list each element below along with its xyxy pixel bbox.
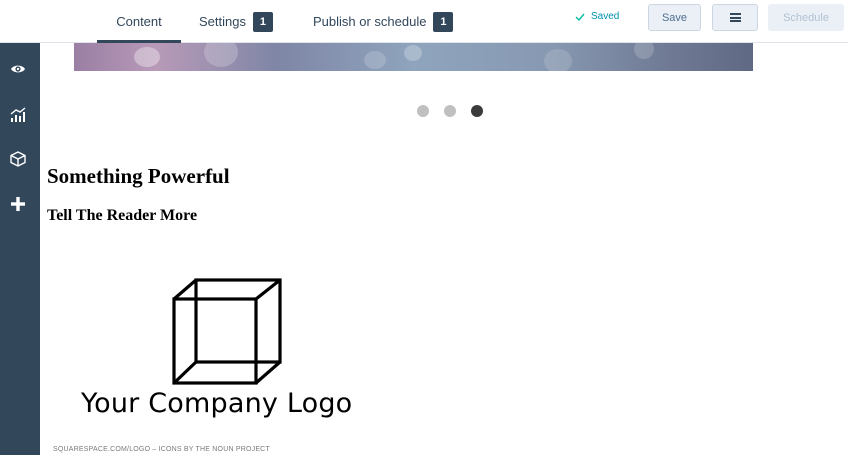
schedule-button-label: Schedule [783, 11, 829, 24]
page-subheading[interactable]: Tell The Reader More [47, 207, 197, 225]
tab-content-label: Content [116, 14, 162, 29]
tab-content[interactable]: Content [97, 0, 181, 43]
cube-logo-icon [172, 278, 282, 385]
tab-publish-or-schedule[interactable]: Publish or schedule 1 [313, 0, 454, 43]
carousel-dot-1[interactable] [417, 105, 429, 117]
saved-status: Saved [575, 11, 619, 22]
publish-count-badge: 1 [433, 11, 454, 32]
analytics-icon[interactable] [8, 105, 28, 125]
save-button[interactable]: Save [648, 4, 701, 31]
page-heading[interactable]: Something Powerful [47, 164, 230, 189]
cube-icon[interactable] [8, 149, 28, 169]
schedule-button[interactable]: Schedule [768, 4, 844, 31]
plus-icon[interactable] [8, 194, 28, 214]
page-preview: Something Powerful Tell The Reader More … [40, 43, 848, 455]
tab-publish-label: Publish or schedule [313, 14, 427, 29]
saved-status-text: Saved [591, 11, 620, 22]
more-actions-button[interactable] [712, 4, 758, 31]
carousel-dot-2[interactable] [444, 105, 456, 117]
hero-image [74, 43, 753, 73]
tab-settings-label: Settings [199, 14, 246, 29]
top-navigation-bar: Content Settings 1 Publish or schedule 1… [0, 0, 848, 43]
logo-credit-text: SQUARESPACE.COM/LOGO – ICONS BY THE NOUN… [53, 446, 270, 453]
tab-settings[interactable]: Settings 1 [199, 0, 273, 43]
save-button-label: Save [661, 11, 688, 24]
company-logo-text: Your Company Logo [81, 388, 353, 419]
carousel-dot-3[interactable] [471, 105, 483, 117]
check-icon [575, 13, 585, 21]
carousel-indicators [417, 105, 483, 117]
settings-count-badge: 1 [252, 11, 273, 32]
eye-icon[interactable] [8, 59, 28, 79]
left-sidebar [0, 43, 40, 455]
hamburger-icon [729, 13, 741, 22]
